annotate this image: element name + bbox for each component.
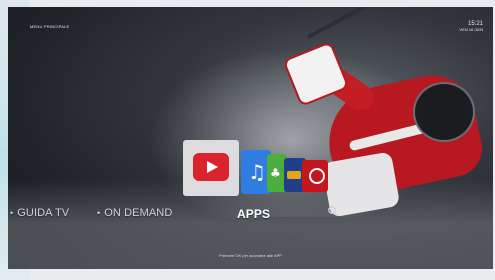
orange-app-icon: [287, 171, 301, 179]
bullet-icon: •: [97, 208, 101, 218]
menu-item-label: ON DEMAND: [104, 207, 173, 219]
youtube-icon: [193, 153, 229, 181]
hint-text: Premere OK per accedere alle APP: [219, 253, 282, 258]
hockey-stick: [307, 7, 433, 39]
channel-label: MENU PRINCIPALE: [30, 24, 70, 29]
app-tiles: ♫ ♣: [178, 140, 348, 200]
green-app-icon: ♣: [270, 166, 281, 180]
menu-item-guida-tv[interactable]: • GUIDA TV: [10, 207, 69, 219]
tv-screen: MENU PRINCIPALE 15:21 VEN 16 GEN ♫ ♣ • GU…: [8, 7, 493, 269]
menu-item-label: APPS: [237, 207, 271, 221]
clock: 15:21 VEN 16 GEN: [459, 21, 483, 32]
clock-date: VEN 16 GEN: [459, 27, 483, 32]
pinterest-app-tile[interactable]: [302, 160, 328, 192]
bullet-icon: •: [10, 208, 14, 218]
menu-item-label: GUIDA TV: [17, 207, 70, 219]
menu-item-on-demand[interactable]: • ON DEMAND: [97, 207, 172, 219]
search-icon[interactable]: [327, 205, 341, 219]
pinterest-icon: [309, 168, 325, 184]
menu-item-apps[interactable]: APPS: [237, 207, 270, 221]
music-icon: ♫: [248, 160, 266, 184]
youtube-app-tile[interactable]: [183, 140, 239, 196]
main-menu: • GUIDA TV • ON DEMAND APPS: [8, 203, 493, 223]
hockey-helmet: [413, 82, 475, 142]
